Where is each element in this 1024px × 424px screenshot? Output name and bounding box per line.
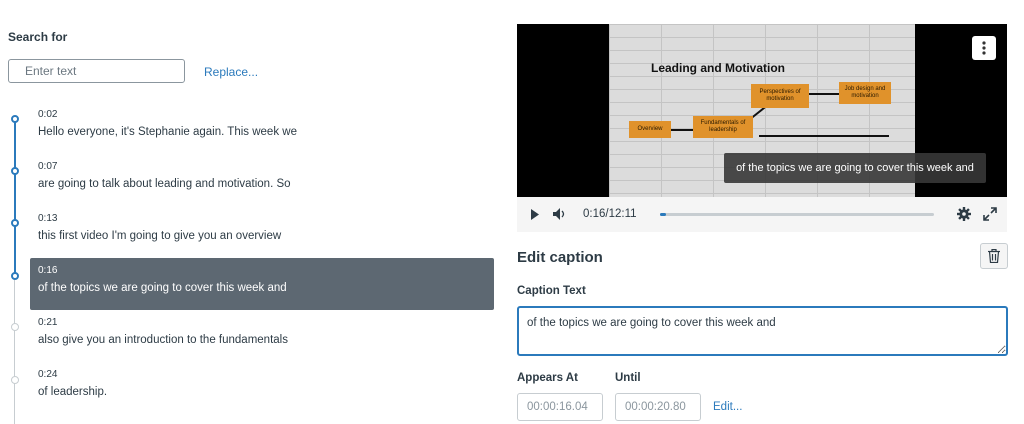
until-field[interactable] [615,393,701,421]
caption-cue[interactable]: 0:21 also give you an introduction to th… [30,310,494,362]
search-label: Search for [8,30,68,44]
caption-cue-selected[interactable]: 0:16 of the topics we are going to cover… [30,258,494,310]
cue-text: of the topics we are going to cover this… [38,282,287,294]
slide-note: Perspectives of motivation [751,84,809,108]
delete-caption-button[interactable] [980,243,1008,269]
slide-note: Fundamentals of leadership [693,116,753,138]
caption-textarea[interactable] [517,306,1008,356]
appears-at-label: Appears At [517,372,578,384]
edit-caption-heading: Edit caption [517,249,603,266]
timeline-dot [11,115,19,123]
more-options-button[interactable] [972,36,996,60]
cue-time: 0:13 [38,213,58,224]
caption-cue[interactable]: 0:24 of leadership. [30,362,494,414]
cue-time: 0:07 [38,161,58,172]
edit-times-link[interactable]: Edit... [713,401,742,413]
cue-time: 0:21 [38,317,58,328]
timeline-dot [11,219,19,227]
cue-text: Hello everyone, it's Stephanie again. Th… [38,126,297,138]
until-label: Until [615,372,641,384]
volume-icon[interactable] [553,208,567,220]
caption-overlay: of the topics we are going to cover this… [724,153,986,183]
cue-text: also give you an introduction to the fun… [38,334,288,346]
video-frame[interactable]: Leading and Motivation Overview Fundamen… [517,24,1007,197]
timeline-dot [11,323,19,331]
replace-link[interactable]: Replace... [204,65,258,79]
cue-time: 0:02 [38,109,58,120]
appears-at-field[interactable] [517,393,603,421]
play-icon[interactable] [530,209,540,220]
timeline-progress [14,120,16,277]
cue-text: are going to talk about leading and moti… [38,178,291,190]
video-controls: 0:16/12:11 [517,197,1007,232]
cue-time: 0:16 [38,265,58,276]
trash-icon [988,249,1000,263]
cue-text: this first video I'm going to give you a… [38,230,282,242]
caption-cue[interactable]: 0:07 are going to talk about leading and… [30,154,494,206]
slide-note: Overview [629,121,671,138]
caption-cue[interactable]: 0:02 Hello everyone, it's Stephanie agai… [30,102,494,154]
timeline-dot [11,376,19,384]
cue-time: 0:24 [38,369,58,380]
time-readout: 0:16/12:11 [583,208,637,220]
cue-text: of leadership. [38,386,108,398]
timeline-dot [11,272,19,280]
slide-image: Leading and Motivation Overview Fundamen… [609,24,986,197]
caption-cue[interactable]: 0:13 this first video I'm going to give … [30,206,494,258]
timeline-dot [11,167,19,175]
fullscreen-icon[interactable] [983,207,997,221]
seek-bar[interactable] [660,213,934,216]
search-input[interactable] [8,59,185,83]
gear-icon[interactable] [957,207,971,221]
caption-text-label: Caption Text [517,285,586,297]
seek-progress [660,213,666,216]
slide-note: Job design and motivation [839,82,891,104]
more-vertical-icon [982,41,986,55]
